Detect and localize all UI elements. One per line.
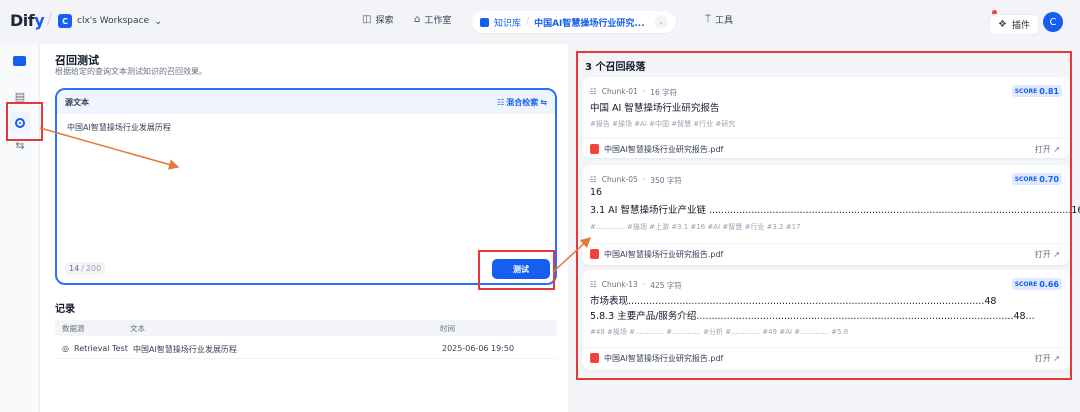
arrow-rail-to-query — [39, 127, 180, 170]
arrow-test-to-results — [552, 236, 592, 273]
annotation-arrows — [39, 127, 592, 273]
